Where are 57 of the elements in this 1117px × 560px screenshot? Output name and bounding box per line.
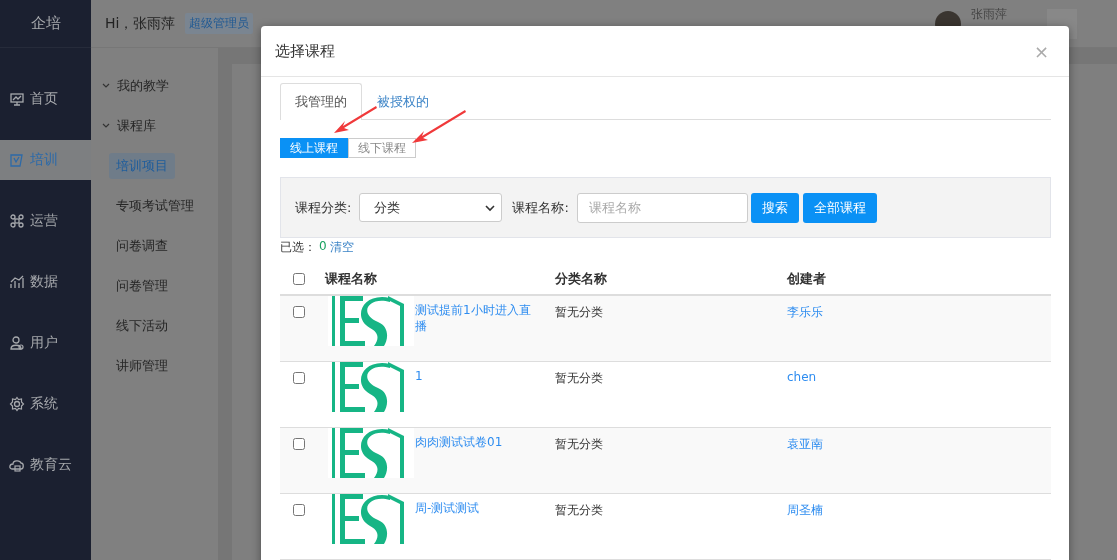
field-label: 课程名称: [512, 198, 569, 217]
nav-item[interactable]: 系统 [0, 384, 91, 424]
table-cell-text: 暂无分类 [554, 502, 604, 519]
action-button[interactable]: 全部课程 [802, 192, 877, 223]
course-type-toggle[interactable]: 线下课程 [348, 138, 416, 158]
gear-icon [9, 396, 25, 412]
select-all-checkbox[interactable] [293, 272, 305, 285]
nav-item[interactable]: 数据 [0, 262, 91, 302]
column-header: 创建者 [786, 269, 827, 288]
table-cell-text: 暂无分类 [554, 436, 604, 453]
field-label: 课程分类: [295, 198, 352, 217]
row-checkbox[interactable] [293, 504, 305, 516]
caret-icon [485, 203, 496, 212]
chart-icon [9, 274, 25, 290]
action-button[interactable]: 搜索 [750, 192, 799, 223]
nav-item[interactable]: 教育云 [0, 445, 91, 485]
table-cell-text: 暂无分类 [554, 370, 604, 387]
greeting: Hi，张雨萍 [105, 14, 176, 33]
menu-group[interactable]: 我的教学 [91, 68, 218, 104]
user-icon [9, 335, 25, 351]
submenu-item[interactable]: 问卷调查 [109, 233, 175, 259]
tab[interactable]: 被授权的 [362, 83, 444, 120]
category-select[interactable]: 分类 [359, 193, 503, 222]
clear-link[interactable]: 清空 [329, 239, 354, 256]
selected-count: 0 [319, 239, 327, 255]
course-link[interactable]: 肉肉测试试卷01 [415, 428, 540, 493]
name-input-field[interactable]: 课程名称 [576, 192, 748, 223]
submenu-item[interactable]: 讲师管理 [109, 353, 175, 379]
column-header: 课程名称 [323, 269, 378, 288]
submenu-item[interactable]: 线下活动 [109, 313, 175, 339]
course-link[interactable]: 测试提前1小时进入直播 [415, 296, 540, 361]
monitor-icon [9, 91, 25, 107]
close-button[interactable]: × [1027, 40, 1055, 62]
nav-item[interactable]: 首页 [0, 79, 91, 119]
menu-group[interactable]: 课程库 [91, 108, 218, 144]
command-icon [9, 213, 25, 229]
submenu-item[interactable]: 问卷管理 [109, 273, 175, 299]
column-header: 分类名称 [554, 269, 608, 288]
role-badge: 超级管理员 [185, 13, 254, 34]
dialog-title: 选择课程 [275, 41, 335, 61]
course-link[interactable]: 1 [415, 362, 540, 427]
tab[interactable]: 我管理的 [280, 83, 362, 120]
submenu-item[interactable]: 专项考试管理 [109, 193, 201, 219]
course-link[interactable]: 周-测试测试 [415, 494, 540, 559]
row-checkbox[interactable] [293, 372, 305, 384]
row-checkbox[interactable] [293, 438, 305, 450]
nav-item[interactable]: 运营 [0, 201, 91, 241]
table-cell-text: 暂无分类 [554, 304, 604, 321]
row-checkbox[interactable] [293, 306, 305, 318]
creator-link[interactable]: 周圣楠 [787, 503, 823, 517]
cloud-icon [9, 457, 25, 473]
creator-link[interactable]: chen [787, 370, 817, 384]
nav-item[interactable]: 用户 [0, 323, 91, 363]
selected-label: 已选： [280, 239, 316, 256]
course-type-toggle[interactable]: 线上课程 [280, 138, 348, 158]
creator-link[interactable]: 李乐乐 [787, 305, 823, 319]
creator-link[interactable]: 袁亚南 [787, 437, 823, 451]
